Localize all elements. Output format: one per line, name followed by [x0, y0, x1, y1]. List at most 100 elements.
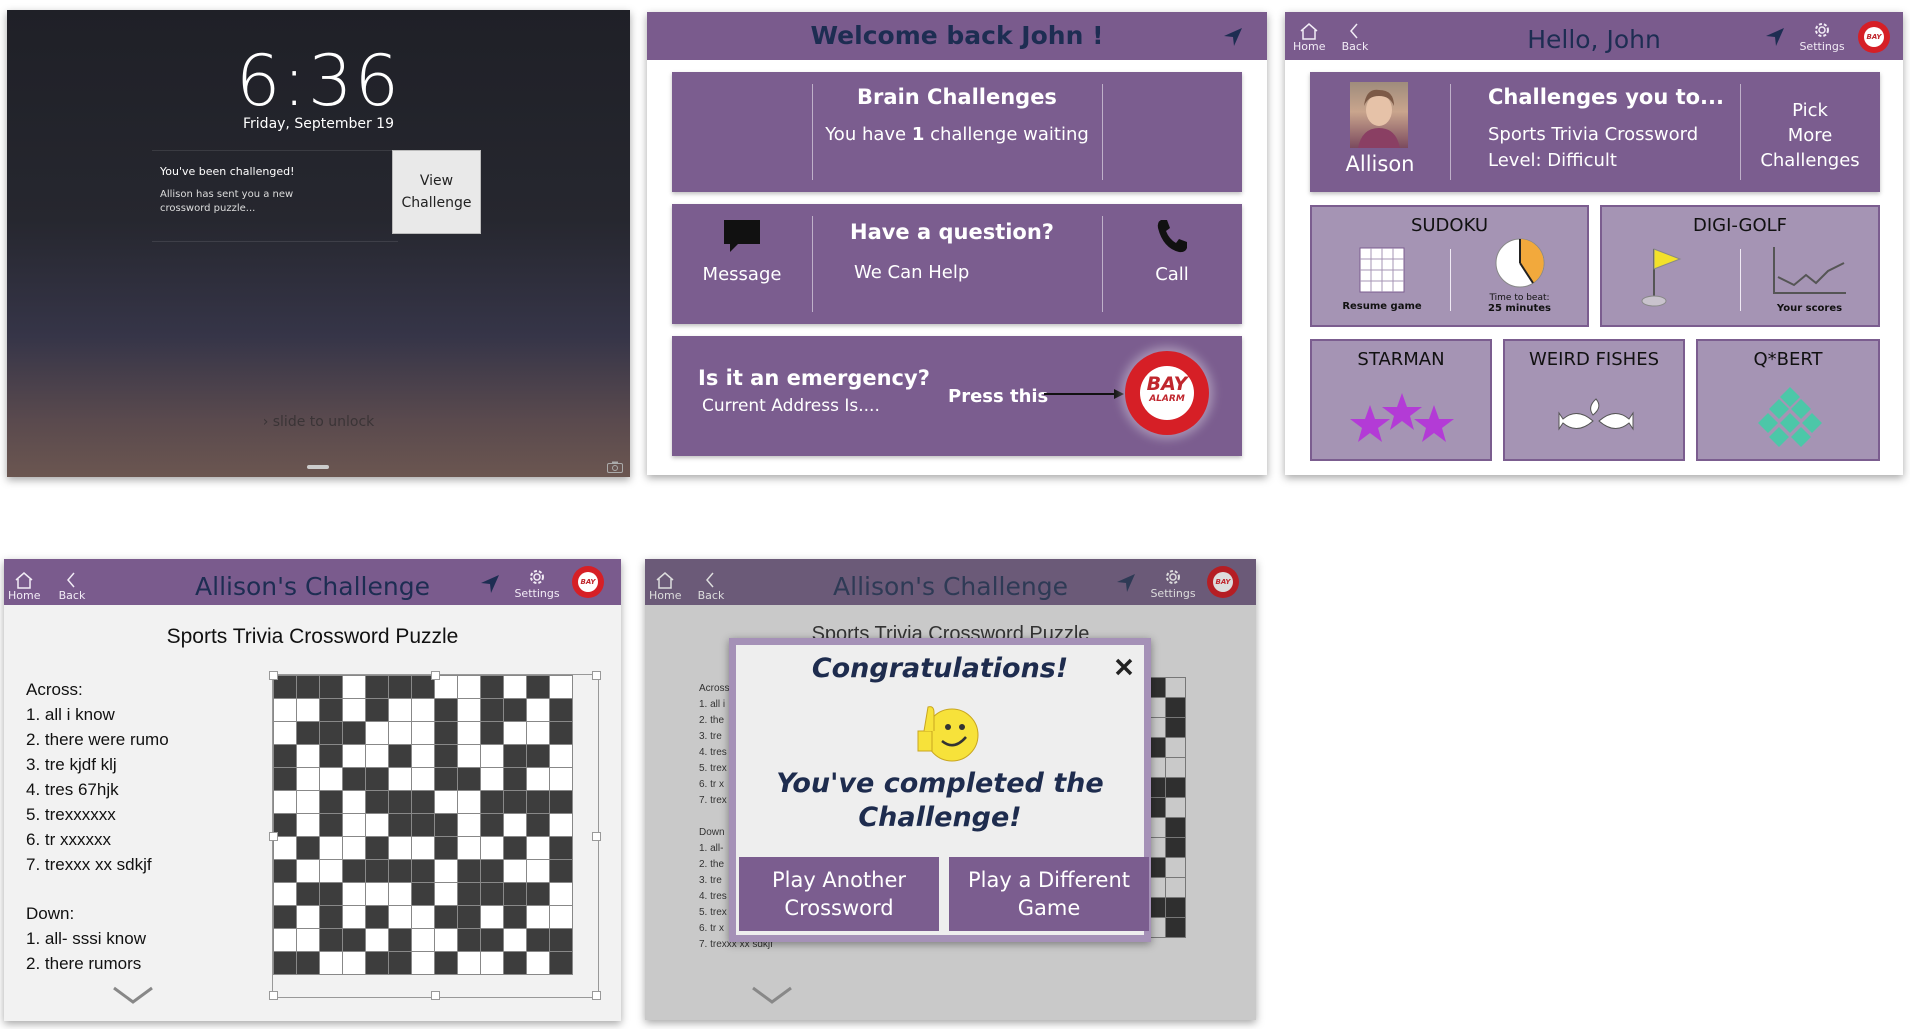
grid-cell[interactable] [342, 813, 366, 837]
grid-cell[interactable] [526, 836, 550, 860]
grid-cell[interactable] [526, 698, 550, 722]
grid-cell[interactable] [342, 882, 366, 906]
grid-cell[interactable] [434, 859, 458, 883]
grid-cell[interactable] [1165, 737, 1186, 758]
challenge-card[interactable]: Allison Challenges you to... Sports Triv… [1310, 72, 1880, 192]
grid-cell[interactable] [342, 675, 366, 699]
grid-cell[interactable] [388, 882, 412, 906]
clue-item[interactable]: 4. tres 67hjk [26, 777, 169, 802]
location-arrow-icon[interactable] [479, 573, 501, 599]
resize-handle[interactable] [269, 671, 278, 680]
view-challenge-button[interactable]: View Challenge [392, 150, 481, 234]
grid-cell[interactable] [549, 767, 573, 791]
resize-handle[interactable] [592, 671, 601, 680]
grid-cell[interactable] [549, 905, 573, 929]
grid-cell[interactable] [296, 744, 320, 768]
grid-cell[interactable] [503, 721, 527, 745]
grid-cell[interactable] [480, 836, 504, 860]
grid-cell[interactable] [388, 767, 412, 791]
call-button[interactable]: Call [1102, 216, 1242, 312]
golf-flag-icon[interactable] [1640, 245, 1690, 313]
grid-cell[interactable] [434, 882, 458, 906]
grid-cell[interactable] [1165, 857, 1186, 878]
grid-cell[interactable] [365, 882, 389, 906]
grid-cell[interactable] [457, 951, 481, 975]
grid-cell[interactable] [457, 721, 481, 745]
grid-cell[interactable] [365, 928, 389, 952]
grid-cell[interactable] [342, 905, 366, 929]
pick-more-challenges-button[interactable]: Pick More Challenges [1740, 98, 1880, 173]
grid-cell[interactable] [434, 790, 458, 814]
grid-cell[interactable] [296, 790, 320, 814]
grid-cell[interactable] [273, 721, 297, 745]
grid-cell[interactable] [342, 951, 366, 975]
grid-cell[interactable] [388, 905, 412, 929]
resize-handle[interactable] [269, 832, 278, 841]
crossword-grid[interactable] [269, 671, 601, 1000]
bay-alarm-button[interactable]: BAY [572, 566, 604, 598]
home-indicator[interactable] [307, 465, 329, 469]
resume-game-button[interactable]: Resume game [1322, 247, 1442, 312]
grid-cell[interactable] [1165, 757, 1186, 778]
grid-cell[interactable] [526, 905, 550, 929]
grid-cell[interactable] [411, 744, 435, 768]
grid-cell[interactable] [296, 928, 320, 952]
qbert-tile[interactable]: Q*BERT [1696, 339, 1880, 461]
grid-cell[interactable] [296, 767, 320, 791]
clue-item[interactable]: 6. tr xxxxxx [26, 827, 169, 852]
grid-cell[interactable] [411, 698, 435, 722]
settings-button[interactable]: Settings [514, 567, 560, 600]
grid-cell[interactable] [457, 675, 481, 699]
grid-cell[interactable] [411, 905, 435, 929]
location-arrow-icon[interactable] [1764, 26, 1786, 52]
grid-cell[interactable] [296, 698, 320, 722]
grid-cell[interactable] [434, 928, 458, 952]
challenge-notification[interactable]: You've been challenged! Allison has sent… [152, 150, 398, 242]
sudoku-tile[interactable]: SUDOKU Resume game Time to beat: 25 minu… [1310, 205, 1589, 327]
grid-cell[interactable] [549, 675, 573, 699]
grid-cell[interactable] [319, 836, 343, 860]
grid-cell[interactable] [503, 928, 527, 952]
your-scores-button[interactable]: Your scores [1742, 245, 1877, 314]
clue-item[interactable]: 2. there were rumo [26, 727, 169, 752]
grid-cell[interactable] [342, 836, 366, 860]
clue-item[interactable]: 1. all- sssi know [26, 926, 169, 951]
settings-button[interactable]: Settings [1150, 567, 1196, 600]
digi-golf-tile[interactable]: DIGI-GOLF Your scores [1600, 205, 1880, 327]
grid-cell[interactable] [411, 951, 435, 975]
grid-cell[interactable] [1165, 677, 1186, 698]
grid-cell[interactable] [273, 698, 297, 722]
play-another-crossword-button[interactable]: Play Another Crossword [739, 857, 939, 931]
settings-button[interactable]: Settings [1799, 20, 1845, 53]
grid-cell[interactable] [503, 813, 527, 837]
grid-cell[interactable] [457, 698, 481, 722]
location-arrow-icon[interactable] [1115, 572, 1137, 598]
clue-item[interactable]: 5. trexxxxxx [26, 802, 169, 827]
grid-cell[interactable] [319, 951, 343, 975]
grid-cell[interactable] [480, 905, 504, 929]
bay-alarm-emergency-button[interactable]: BAY ALARM [1125, 351, 1209, 435]
resize-handle[interactable] [269, 991, 278, 1000]
grid-cell[interactable] [296, 859, 320, 883]
grid-cell[interactable] [342, 790, 366, 814]
bay-alarm-button[interactable]: BAY [1858, 21, 1890, 53]
starman-tile[interactable]: STARMAN [1310, 339, 1492, 461]
grid-cell[interactable] [342, 698, 366, 722]
grid-cell[interactable] [296, 905, 320, 929]
grid-cell[interactable] [388, 698, 412, 722]
grid-cell[interactable] [319, 859, 343, 883]
message-button[interactable]: Message [672, 216, 812, 312]
resize-handle[interactable] [431, 671, 440, 680]
weird-fishes-tile[interactable]: WEIRD FISHES [1503, 339, 1685, 461]
grid-cell[interactable] [388, 721, 412, 745]
bay-alarm-button[interactable]: BAY [1207, 566, 1239, 598]
grid-cell[interactable] [296, 813, 320, 837]
grid-cell[interactable] [319, 767, 343, 791]
grid-cell[interactable] [480, 951, 504, 975]
location-arrow-icon[interactable] [1222, 26, 1244, 52]
grid-cell[interactable] [480, 744, 504, 768]
grid-cell[interactable] [365, 721, 389, 745]
grid-cell[interactable] [342, 744, 366, 768]
grid-cell[interactable] [411, 721, 435, 745]
chevron-down-icon[interactable] [112, 985, 154, 1009]
